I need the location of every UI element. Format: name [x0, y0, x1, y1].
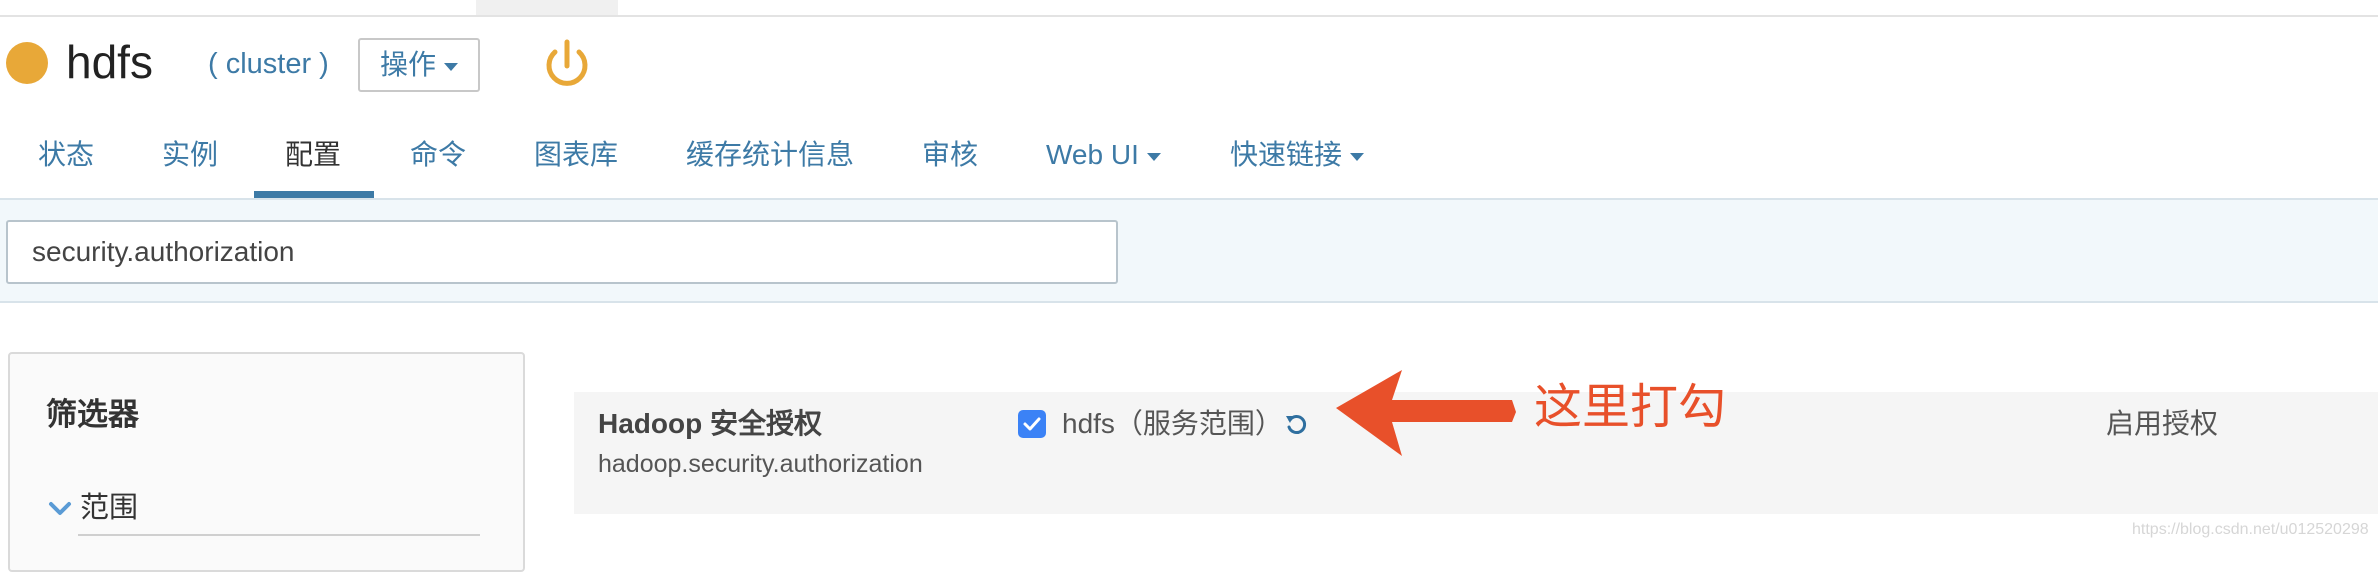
- tab-commands[interactable]: 命令: [410, 113, 466, 198]
- tab-quick-links[interactable]: 快速链接: [1230, 113, 1365, 198]
- annotation-text: 这里打勾: [1534, 381, 1727, 434]
- tab-label: 命令: [410, 139, 467, 170]
- caret-down-icon: [444, 62, 459, 71]
- reset-icon[interactable]: [1282, 410, 1310, 438]
- filter-scope-label[interactable]: 范围: [80, 490, 138, 526]
- chevron-down-icon[interactable]: [48, 500, 72, 518]
- tab-charts-library[interactable]: 图表库: [534, 113, 618, 198]
- tab-status[interactable]: 状态: [38, 113, 94, 198]
- tab-label: 图表库: [534, 139, 619, 170]
- tab-label: 缓存统计信息: [686, 139, 855, 170]
- config-description: 启用授权: [2106, 408, 2219, 439]
- config-scope-value: hdfs（服务范围）: [1062, 408, 1283, 439]
- tab-web-ui[interactable]: Web UI: [1046, 113, 1161, 198]
- tab-label: Web UI: [1046, 139, 1139, 170]
- tab-configuration[interactable]: 配置: [285, 113, 341, 198]
- tab-instances[interactable]: 实例: [162, 113, 218, 198]
- config-display-name: Hadoop 安全授权: [598, 408, 822, 439]
- service-nav-tabs: 状态 实例 配置 命令 图表库 缓存统计信息 审核 Web UI 快速链接: [0, 113, 2378, 200]
- caret-down-icon: [1146, 152, 1161, 161]
- tab-label: 审核: [922, 139, 979, 170]
- tab-label: 快速链接: [1230, 139, 1343, 170]
- config-property-key: hadoop.security.authorization: [598, 450, 923, 478]
- tab-label: 配置: [285, 139, 342, 170]
- tab-label: 状态: [38, 139, 95, 170]
- watermark: https://blog.csdn.net/u012520298: [2132, 521, 2369, 538]
- power-icon[interactable]: [538, 36, 596, 94]
- divider: [78, 534, 480, 536]
- tab-cache-statistics[interactable]: 缓存统计信息: [686, 113, 854, 198]
- top-tab-stub: [476, 0, 618, 15]
- cluster-link[interactable]: ( cluster ): [208, 47, 329, 81]
- actions-dropdown-button[interactable]: 操作: [358, 38, 480, 92]
- actions-button-label: 操作: [380, 49, 437, 80]
- service-status-dot: [6, 42, 48, 84]
- active-tab-indicator: [254, 191, 374, 198]
- filter-title: 筛选器: [46, 397, 139, 432]
- caret-down-icon: [1350, 152, 1365, 161]
- checkmark-icon: [1023, 417, 1041, 431]
- top-strip: [0, 0, 2378, 17]
- enable-authorization-checkbox[interactable]: [1018, 410, 1046, 438]
- tab-audits[interactable]: 审核: [922, 113, 978, 198]
- config-search-input[interactable]: [6, 220, 1118, 284]
- filter-panel: [8, 352, 525, 572]
- service-title: hdfs: [66, 36, 153, 88]
- annotation-arrow: [1330, 364, 1520, 460]
- tab-label: 实例: [162, 139, 219, 170]
